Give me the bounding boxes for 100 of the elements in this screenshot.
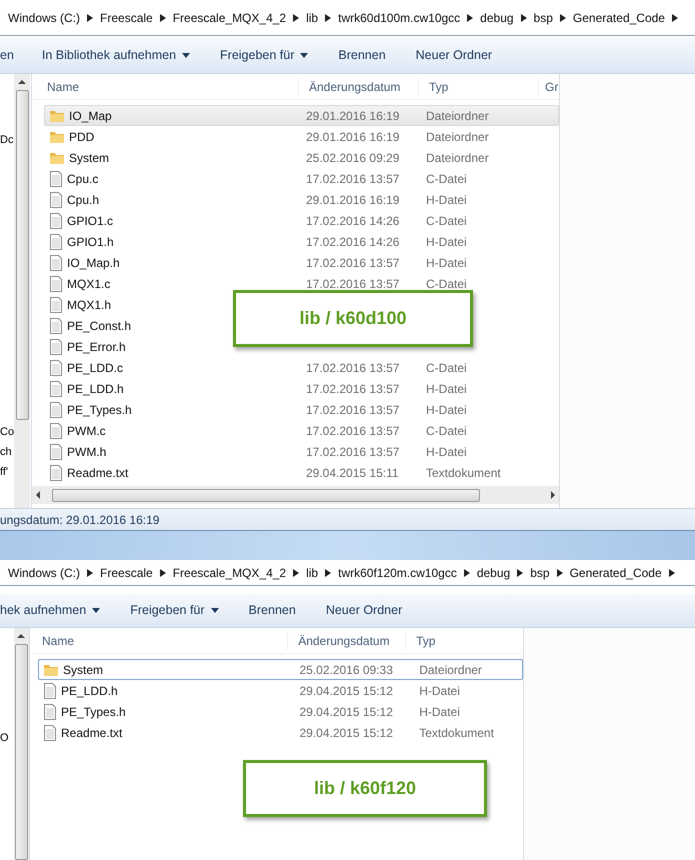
file-name[interactable]: IO_Map.h [67,254,120,272]
breadcrumb-item[interactable]: bsp [530,564,550,582]
file-name[interactable]: GPIO1.h [67,232,114,250]
toolbar-button[interactable]: Brennen [248,601,296,620]
scrollbar-thumb[interactable] [16,90,28,420]
file-name[interactable]: PDD [69,128,94,146]
file-type: H-Datei [425,192,468,208]
caret-down-icon [182,53,190,58]
file-name[interactable]: PE_Types.h [67,400,132,418]
horizontal-scrollbar[interactable] [32,486,559,504]
breadcrumb-item[interactable]: twrk60f120m.cw10gcc [338,564,457,582]
breadcrumb-item[interactable]: Freescale_MQX_4_2 [172,564,286,582]
file-name[interactable]: PWM.c [67,422,106,440]
breadcrumb-item[interactable]: Freescale [100,8,153,26]
column-header[interactable]: Typ [405,632,523,650]
file-type: H-Datei [418,682,461,700]
modified-date: 17.02.2016 13:57 [305,254,400,272]
modified-date: 17.02.2016 13:57 [305,422,400,440]
column-header[interactable]: Name [32,78,298,96]
file-name[interactable]: Cpu.c [67,170,98,188]
document-icon [49,192,63,208]
file-type: Dateiordner [425,108,490,124]
scrollbar-thumb[interactable] [52,488,480,502]
file-name[interactable]: MQX1.c [67,274,110,292]
vertical-scrollbar[interactable] [14,628,29,860]
modified-date: 17.02.2016 14:26 [305,212,400,230]
file-name[interactable]: PE_Error.h [67,338,126,356]
toolbar-button[interactable]: Brennen [338,46,386,65]
document-icon [49,402,63,418]
breadcrumb-item[interactable]: Freescale_MQX_4_2 [172,8,286,26]
breadcrumb-item[interactable]: Freescale [100,564,153,582]
file-name[interactable]: Readme.txt [61,724,122,742]
navigation-item[interactable]: O [0,728,14,748]
scrollbar-thumb[interactable] [14,644,28,860]
toolbar-button[interactable]: Freigeben für [220,46,308,65]
breadcrumb-item[interactable]: twrk60d100m.cw10gcc [338,8,460,26]
column-header[interactable]: Name [30,632,288,650]
file-type: C-Datei [425,170,468,188]
breadcrumb-item[interactable]: lib [306,8,318,26]
toolbar-button[interactable]: Neuer Ordner [326,601,402,620]
toolbar-button[interactable]: Freigeben für [130,601,219,620]
breadcrumb-item[interactable]: bsp [534,8,553,26]
toolbar-button[interactable]: en [0,46,14,65]
breadcrumb-item[interactable]: Generated_Code [570,564,662,582]
column-header[interactable]: Änderungsdatum [287,632,406,650]
navigation-item[interactable]: Co [0,422,14,442]
caret-down-icon [300,53,308,58]
file-name[interactable]: PE_LDD.c [67,358,124,376]
file-name[interactable]: System [63,660,104,678]
selected-file-row[interactable]: IO_Map 29.01.2016 16:19 Dateiordner [44,105,559,126]
file-name[interactable]: Readme.txt [67,464,128,482]
modified-date: 25.02.2016 09:33 [298,662,394,678]
file-type: C-Datei [425,212,468,230]
breadcrumb-item[interactable]: debug [476,564,510,582]
modified-date: 17.02.2016 14:26 [305,234,400,250]
scroll-up-icon[interactable] [17,634,26,638]
toolbar-button[interactable]: hek aufnehmen [0,601,100,620]
caret-down-icon [92,608,100,613]
file-type: H-Datei [418,704,461,720]
file-name[interactable]: System [69,148,110,166]
modified-date: 29.01.2016 16:19 [305,108,400,124]
chevron-right-icon [517,568,524,576]
chevron-right-icon [293,14,300,22]
file-name[interactable]: PWM.h [67,442,106,460]
chevron-right-icon [560,14,566,22]
chevron-right-icon [672,14,678,22]
navigation-item[interactable]: ff' [0,462,14,482]
file-name[interactable]: Cpu.h [67,190,100,208]
file-name[interactable]: GPIO1.c [67,212,114,230]
scroll-up-icon[interactable] [18,80,26,84]
column-header[interactable]: Typ [418,78,538,96]
column-header[interactable]: Änderungsdatum [298,78,418,96]
document-icon [49,254,63,270]
breadcrumb-item[interactable]: Windows (C:) [8,8,80,26]
vertical-scrollbar[interactable] [14,74,30,508]
scroll-right-icon[interactable] [551,491,555,499]
document-icon [49,464,63,480]
selected-file-row[interactable]: System 25.02.2016 09:33 Dateiordner [38,659,523,680]
breadcrumb-item[interactable]: debug [480,8,514,26]
chevron-right-icon [464,568,470,576]
toolbar-button[interactable]: Neuer Ordner [416,46,492,65]
navigation-item[interactable]: ch [0,442,14,462]
file-type: H-Datei [425,234,468,250]
modified-date: 29.04.2015 15:12 [298,704,394,720]
file-name[interactable]: IO_Map [69,106,112,124]
modified-date: 29.04.2015 15:12 [298,724,394,742]
scroll-left-icon[interactable] [36,491,40,499]
toolbar-button[interactable]: In Bibliothek aufnehmen [42,46,190,65]
chevron-right-icon [160,14,166,22]
breadcrumb-item[interactable]: Generated_Code [572,8,665,26]
breadcrumb-item[interactable]: Windows (C:) [8,564,80,582]
file-name[interactable]: PE_LDD.h [61,682,118,700]
file-name[interactable]: PE_Const.h [67,316,132,334]
file-type: Dateiordner [418,662,483,678]
file-name[interactable]: MQX1.h [67,296,112,314]
file-name[interactable]: PE_Types.h [61,702,126,720]
column-header[interactable]: Gr [538,78,558,96]
breadcrumb-item[interactable]: lib [306,564,318,582]
file-name[interactable]: PE_LDD.h [67,380,124,398]
navigation-item[interactable]: Dc [0,130,14,150]
